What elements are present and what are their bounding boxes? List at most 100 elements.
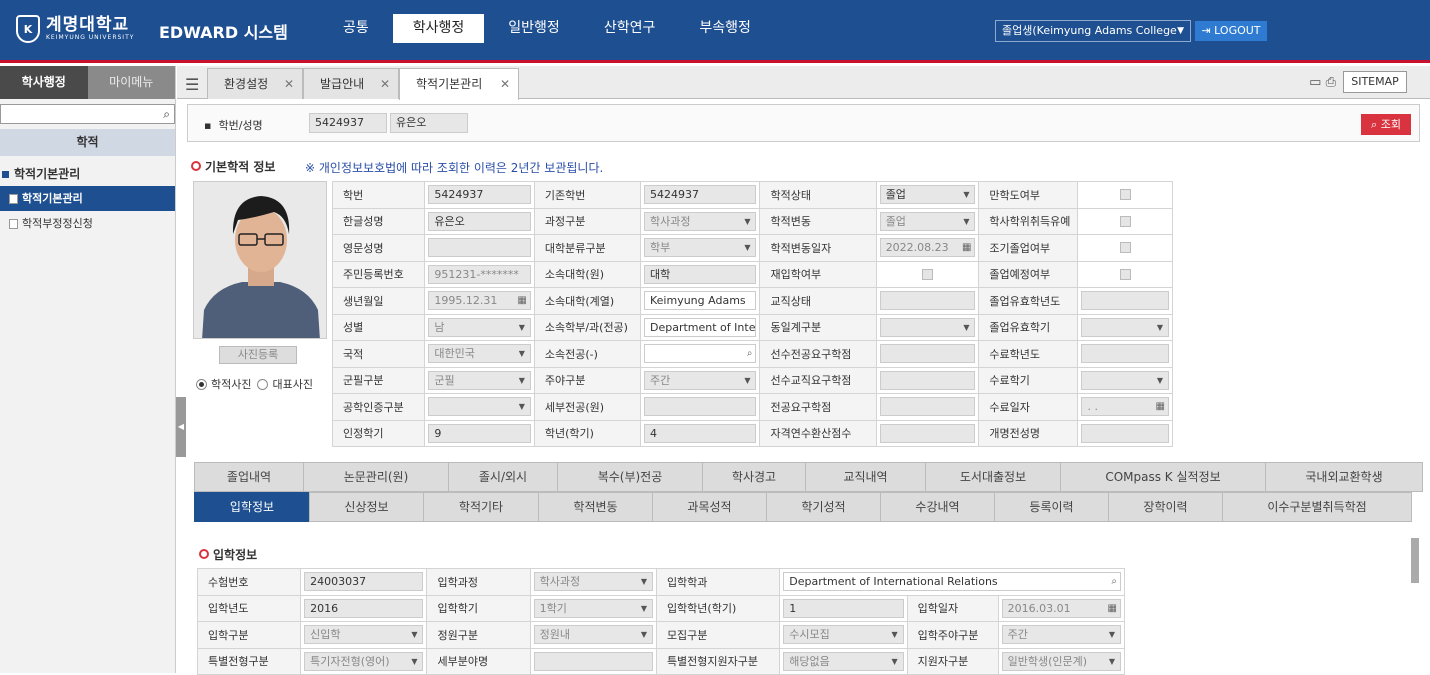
student-name-field[interactable]: 유은오 — [390, 113, 468, 133]
chevron-down-icon[interactable]: ▼ — [513, 371, 530, 389]
subtab-item[interactable]: COMpass K 실적정보 — [1060, 462, 1266, 492]
text-field[interactable]: 24003037 — [304, 572, 424, 592]
chevron-down-icon[interactable]: ▼ — [406, 626, 423, 644]
text-field[interactable] — [1081, 344, 1169, 364]
text-field[interactable]: 대학 — [644, 264, 757, 284]
date-field[interactable]: 1995.12.31 ▦ — [428, 291, 531, 311]
chevron-down-icon[interactable]: ▼ — [635, 599, 652, 617]
query-button[interactable]: ⌕ 조회 — [1361, 114, 1411, 135]
text-field[interactable]: 4 — [644, 423, 757, 443]
select-field[interactable]: 학사과정 ▼ — [533, 572, 653, 592]
select-field[interactable]: 수시모집 ▼ — [783, 625, 904, 645]
close-icon[interactable]: ✕ — [500, 69, 510, 100]
select-field[interactable]: 학사과정 ▼ — [644, 211, 757, 231]
chevron-down-icon[interactable]: ▼ — [1104, 652, 1120, 670]
search-field[interactable]: Department of International Relations ⌕ — [783, 572, 1121, 592]
tree-parent[interactable]: 학적기본관리 — [0, 162, 175, 186]
text-field[interactable] — [1081, 423, 1169, 443]
tab-issue-guide[interactable]: 발급안내 ✕ — [303, 68, 399, 99]
text-field[interactable]: Department of Inte — [644, 317, 757, 337]
select-field[interactable]: 일반학생(인문계) ▼ — [1001, 651, 1121, 671]
chevron-down-icon[interactable]: ▼ — [739, 239, 756, 257]
chevron-down-icon[interactable]: ▼ — [739, 212, 756, 230]
select-field[interactable]: 주간 ▼ — [644, 370, 757, 390]
text-field[interactable] — [533, 651, 653, 671]
nav-academic[interactable]: 학사행정 — [392, 14, 485, 43]
subtab-item[interactable]: 학사경고 — [702, 462, 806, 492]
subtab-item[interactable]: 이수구분별취득학점 — [1222, 492, 1412, 522]
sidebar-collapse-handle[interactable]: ◀ — [176, 397, 186, 457]
select-field[interactable]: ▼ — [1081, 317, 1169, 337]
search-field[interactable]: ⌕ — [644, 344, 757, 364]
date-field[interactable]: 2016.03.01 ▦ — [1001, 598, 1121, 618]
subtab-item[interactable]: 장학이력 — [1108, 492, 1223, 522]
nav-affiliated[interactable]: 부속행정 — [679, 14, 771, 43]
select-field[interactable]: ▼ — [428, 397, 531, 417]
select-field[interactable]: ▼ — [1081, 370, 1169, 390]
menu-search-input[interactable]: ⌕ — [0, 104, 175, 124]
subtab-item[interactable]: 국내외교환학생 — [1265, 462, 1423, 492]
chevron-down-icon[interactable]: ▼ — [886, 652, 903, 670]
scrollbar[interactable] — [1410, 528, 1420, 673]
chevron-down-icon[interactable]: ▼ — [635, 626, 652, 644]
checkbox[interactable] — [1119, 215, 1131, 227]
nav-general[interactable]: 일반행정 — [488, 14, 580, 43]
search-icon[interactable]: ⌕ — [1111, 573, 1117, 590]
date-field[interactable]: 2022.08.23 ▦ — [879, 238, 976, 258]
select-field[interactable]: 특기자전형(영어) ▼ — [304, 651, 424, 671]
select-field[interactable]: 졸업 ▼ — [879, 211, 976, 231]
scrollbar-thumb[interactable] — [1411, 538, 1419, 583]
print-icon[interactable]: ⎙ — [1326, 75, 1336, 90]
text-field[interactable]: 5424937 — [644, 185, 757, 205]
text-field[interactable]: 2016 — [304, 598, 424, 618]
chevron-down-icon[interactable]: ▼ — [958, 318, 975, 336]
subtab-item[interactable]: 도서대출정보 — [925, 462, 1061, 492]
calendar-icon[interactable]: ▦ — [1156, 398, 1165, 415]
select-field[interactable]: 남 ▼ — [428, 317, 531, 337]
text-field[interactable] — [879, 291, 976, 311]
tree-item-correction[interactable]: 학적부정정신청 — [0, 211, 175, 236]
select-field[interactable]: 주간 ▼ — [1001, 625, 1121, 645]
chevron-down-icon[interactable]: ▼ — [739, 371, 756, 389]
select-field[interactable]: 해당없음 ▼ — [783, 651, 904, 671]
student-id-field[interactable]: 5424937 — [309, 113, 387, 133]
tree-item-basic[interactable]: 학적기본관리 — [0, 186, 175, 211]
chevron-down-icon[interactable]: ▼ — [958, 186, 975, 204]
checkbox[interactable] — [922, 268, 934, 280]
select-field[interactable]: 대한민국 ▼ — [428, 344, 531, 364]
subtab-item[interactable]: 학적변동 — [538, 492, 653, 522]
tab-academic-menu[interactable]: 학사행정 — [0, 66, 88, 99]
chevron-down-icon[interactable]: ▼ — [886, 626, 903, 644]
subtab-item[interactable]: 졸업내역 — [194, 462, 304, 492]
chevron-down-icon[interactable]: ▼ — [513, 345, 530, 363]
radio-main-photo[interactable] — [257, 378, 269, 390]
chevron-down-icon[interactable]: ▼ — [1104, 626, 1120, 644]
calendar-icon[interactable]: ▦ — [517, 292, 526, 309]
select-field[interactable]: ▼ — [879, 317, 976, 337]
text-field[interactable]: 9 — [428, 423, 531, 443]
chevron-down-icon[interactable]: ▼ — [406, 652, 423, 670]
chevron-down-icon[interactable]: ▼ — [513, 398, 530, 416]
chevron-down-icon[interactable]: ▼ — [513, 318, 530, 336]
subtab-item[interactable]: 수강내역 — [880, 492, 995, 522]
chevron-down-icon[interactable]: ▼ — [635, 573, 652, 591]
select-field[interactable]: 학부 ▼ — [644, 238, 757, 258]
select-field[interactable]: 졸업 ▼ — [879, 185, 976, 205]
logout-button[interactable]: ⇥ LOGOUT — [1195, 21, 1267, 41]
university-logo[interactable]: K 계명대학교 KEIMYUNG UNIVERSITY — [16, 15, 134, 43]
text-field[interactable]: 유은오 — [428, 211, 531, 231]
subtab-item[interactable]: 학기성적 — [766, 492, 881, 522]
select-field[interactable]: 1학기 ▼ — [533, 598, 653, 618]
subtab-item[interactable]: 논문관리(원) — [303, 462, 449, 492]
subtab-item[interactable]: 교직내역 — [805, 462, 926, 492]
text-field[interactable]: Keimyung Adams — [644, 291, 757, 311]
close-icon[interactable]: ✕ — [284, 69, 294, 100]
text-field[interactable] — [1081, 291, 1169, 311]
hamburger-icon[interactable]: ☰ — [185, 75, 199, 94]
close-icon[interactable]: ✕ — [380, 69, 390, 100]
subtab-item[interactable]: 졸시/외시 — [448, 462, 558, 492]
checkbox[interactable] — [1119, 189, 1131, 201]
search-icon[interactable]: ⌕ — [163, 107, 170, 122]
checkbox[interactable] — [1119, 268, 1131, 280]
checkbox[interactable] — [1119, 242, 1131, 254]
